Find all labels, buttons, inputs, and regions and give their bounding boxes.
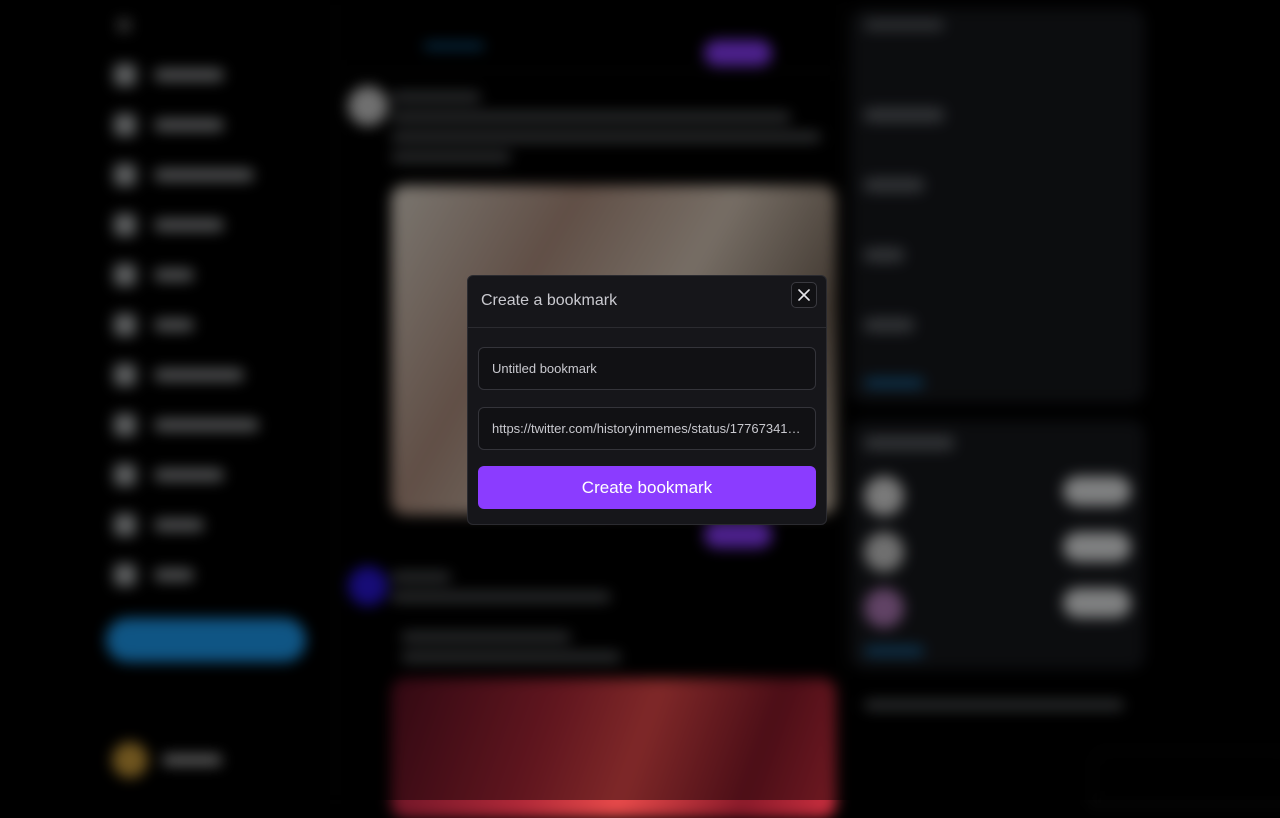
create-bookmark-dialog: Create a bookmark Create bookmark (467, 275, 827, 525)
bookmark-name-input[interactable] (478, 347, 816, 390)
close-button[interactable] (791, 282, 817, 308)
create-bookmark-button[interactable]: Create bookmark (478, 466, 816, 509)
bookmark-url-input[interactable] (478, 407, 816, 450)
dialog-title: Create a bookmark (481, 292, 618, 309)
dialog-header: Create a bookmark (468, 276, 826, 328)
close-icon (798, 289, 810, 301)
